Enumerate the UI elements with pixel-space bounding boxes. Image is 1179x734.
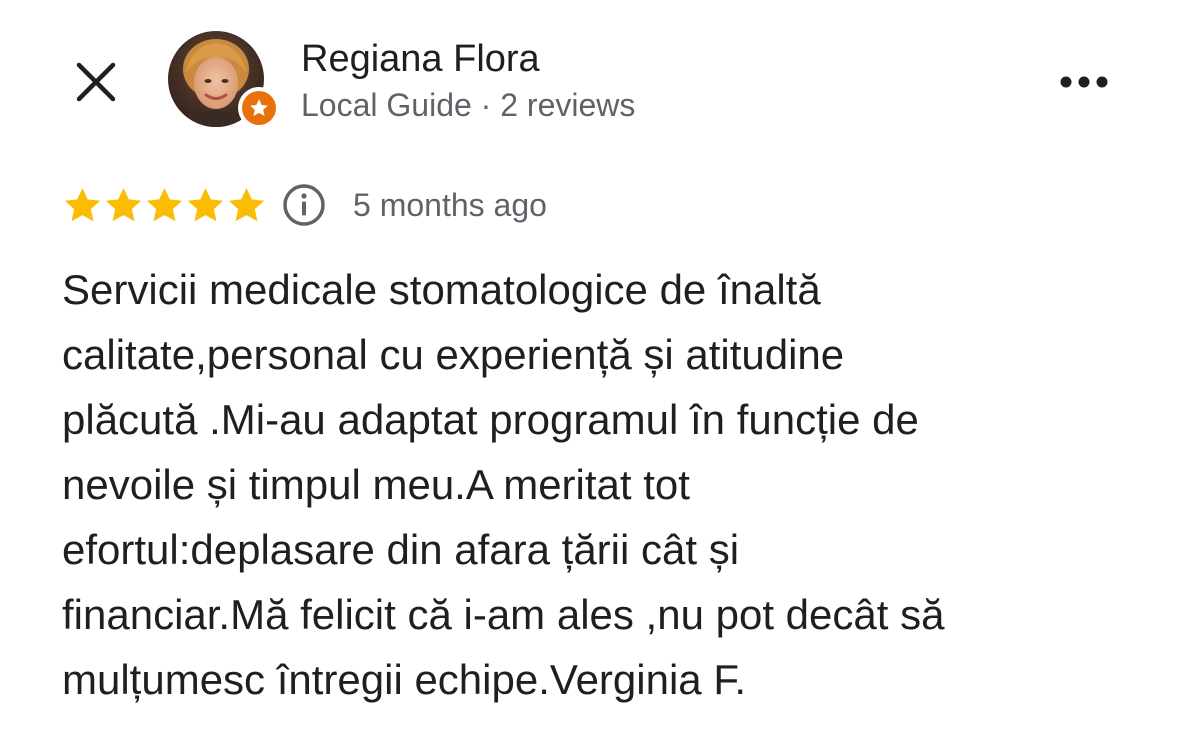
info-icon bbox=[283, 184, 325, 226]
local-guide-badge bbox=[238, 87, 280, 129]
star-icon bbox=[64, 187, 101, 221]
review-text-line: efortul:deplasare din afara țării cât și bbox=[62, 526, 740, 573]
more-horizontal-icon bbox=[1060, 76, 1108, 88]
review-text: Servicii medicale stomatologice de înalt… bbox=[62, 257, 1142, 712]
review-detail-screen: Regiana Flora Local Guide · 2 reviews 5 … bbox=[0, 0, 1179, 734]
review-text-line: calitate,personal cu experiență și atitu… bbox=[62, 331, 845, 378]
rating-row: 5 months ago bbox=[62, 180, 547, 230]
star-rating bbox=[62, 185, 267, 226]
review-date: 5 months ago bbox=[353, 187, 547, 223]
more-options-button[interactable] bbox=[1052, 60, 1116, 104]
review-text-line: plăcută .Mi-au adaptat programul în func… bbox=[62, 396, 919, 443]
star-icon bbox=[228, 187, 265, 221]
review-text-line: Servicii medicale stomatologice de înalt… bbox=[62, 266, 821, 313]
reviewer-meta: Local Guide · 2 reviews bbox=[301, 87, 636, 123]
close-icon bbox=[76, 62, 116, 102]
local-guide-star-icon bbox=[250, 99, 268, 116]
review-text-line: financiar.Mă felicit că i-am ales ,nu po… bbox=[62, 591, 945, 638]
info-button[interactable] bbox=[281, 182, 327, 228]
close-button[interactable] bbox=[66, 52, 126, 112]
reviewer-avatar-group[interactable] bbox=[168, 31, 280, 131]
star-icon bbox=[187, 187, 224, 221]
reviewer-name[interactable]: Regiana Flora bbox=[301, 36, 540, 82]
star-icon bbox=[105, 187, 142, 221]
star-icon bbox=[146, 187, 183, 221]
review-text-line: mulțumesc întregii echipe.Verginia F. bbox=[62, 656, 746, 703]
review-text-line: nevoile și timpul meu.A meritat tot bbox=[62, 461, 690, 508]
